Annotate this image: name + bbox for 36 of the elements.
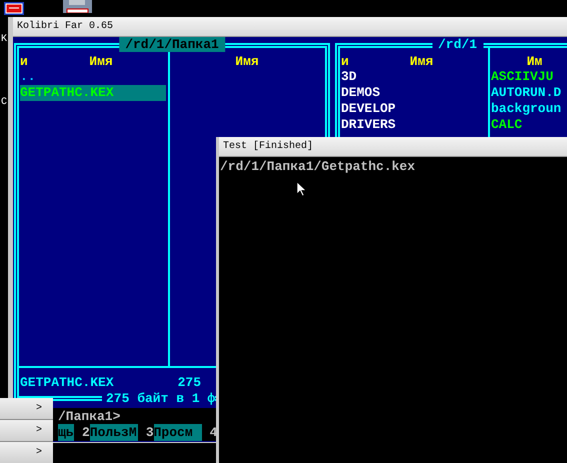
desktop-icon-label: K [1, 34, 8, 46]
window-title: Test [Finished] [223, 141, 314, 152]
menu-item[interactable]: > [0, 442, 53, 463]
file-size: 275 [178, 374, 202, 390]
file-entry[interactable]: DEVELOP [341, 101, 486, 117]
file-entry[interactable]: CALC [491, 117, 567, 133]
menu-item[interactable]: > [0, 398, 53, 420]
command-line[interactable]: /Папка1> [58, 408, 120, 424]
column-header: Имя [88, 54, 114, 68]
column-header: Имя [234, 54, 260, 68]
file-entry[interactable]: DRIVERS [341, 117, 486, 133]
file-entry[interactable]: .. [20, 69, 166, 85]
console-output: /rd/1/Папка1/Getpathc.kex [220, 159, 416, 174]
column-header: Имя [408, 54, 434, 68]
menu-item[interactable]: > [0, 420, 53, 442]
column-header: Им [526, 54, 544, 68]
panel-summary: 275 байт в 1 ф [102, 391, 216, 407]
column-header: и [341, 54, 350, 68]
app-icon[interactable] [4, 2, 24, 15]
file-entry[interactable]: DEMOS [341, 85, 486, 101]
column-header: и [20, 54, 29, 68]
function-key[interactable]: ПользМ [90, 424, 138, 441]
file-entry[interactable]: AUTORUN.D [491, 85, 567, 101]
function-key[interactable]: щь [58, 424, 74, 441]
function-key-number: 4 [208, 425, 218, 440]
file-name: GETPATHC.KEX [20, 374, 114, 390]
function-key-number: 2 [81, 425, 90, 440]
file-entry[interactable]: ASCIIVJU [491, 69, 567, 85]
function-key-number: 3 [144, 425, 154, 440]
panel-path: /rd/1/Папка1 [119, 37, 225, 52]
file-entry[interactable]: 3D [341, 69, 486, 85]
file-entry[interactable]: backgroun [491, 101, 567, 117]
window-title: Kolibri Far 0.65 [17, 21, 114, 32]
mouse-pointer-icon [297, 182, 307, 197]
desktop-icon-label: C [1, 97, 8, 109]
function-key[interactable]: Просм [154, 424, 202, 441]
